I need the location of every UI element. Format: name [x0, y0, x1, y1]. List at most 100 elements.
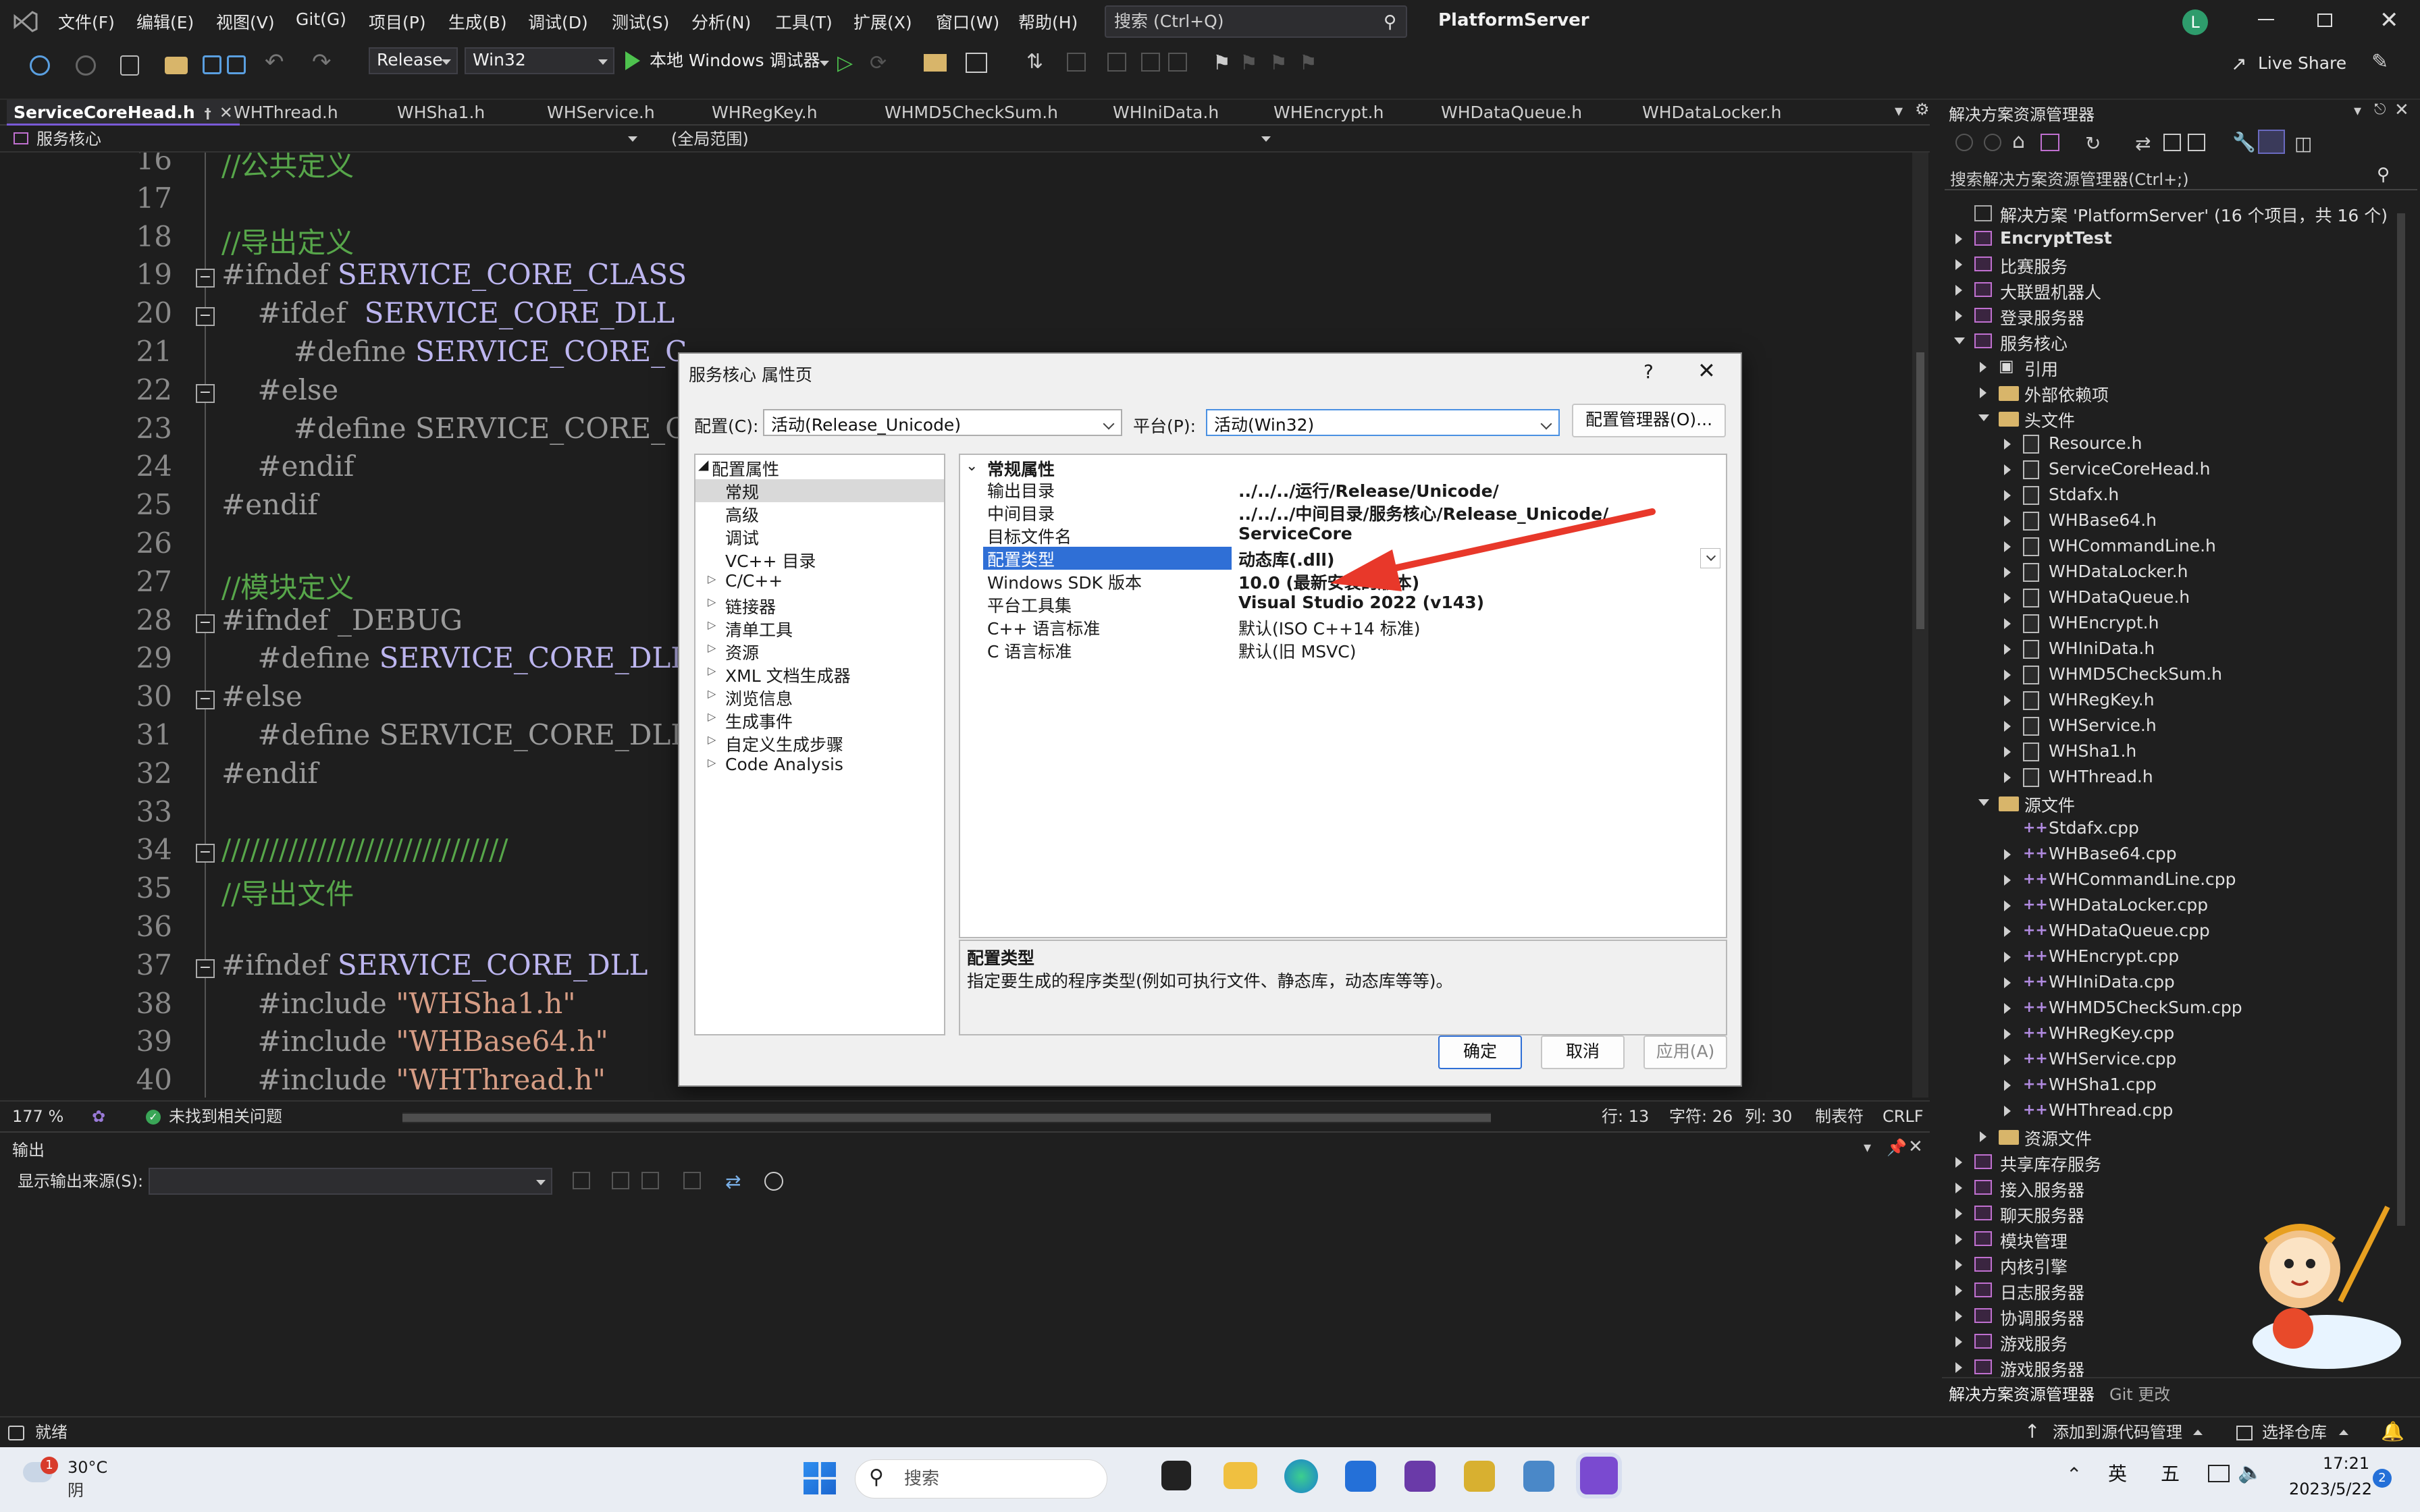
vertical-scrollbar[interactable]: [1912, 153, 1928, 1098]
tree-expand-icon[interactable]: ▷: [708, 595, 716, 608]
tree-expand-icon[interactable]: ▷: [708, 664, 716, 677]
ime-mode[interactable]: 五: [2161, 1463, 2180, 1485]
expand-icon[interactable]: [2004, 1054, 2011, 1065]
expand-icon[interactable]: [2004, 541, 2011, 552]
project-node[interactable]: 内核引擎: [2000, 1254, 2068, 1278]
scrollbar-thumb[interactable]: [1916, 352, 1924, 629]
project-node[interactable]: 游戏服务: [2000, 1331, 2068, 1355]
project-scope-select[interactable]: 服务核心: [9, 127, 637, 151]
se-sync-icon[interactable]: ⇄: [2135, 132, 2151, 155]
new-project-icon[interactable]: [120, 55, 139, 76]
se-preview-icon[interactable]: [2258, 130, 2285, 154]
project-node[interactable]: 大联盟机器人: [2000, 279, 2101, 304]
taskbar-search[interactable]: ⚲ 搜索: [855, 1459, 1107, 1498]
tab-8[interactable]: WHDataQueue.h: [1434, 100, 1589, 126]
source-file-node[interactable]: WHIniData.cpp: [2049, 972, 2175, 992]
expand-icon[interactable]: [2004, 644, 2011, 655]
menu-item-0[interactable]: 文件(F): [58, 9, 115, 34]
config-manager-button[interactable]: 配置管理器(O)...: [1572, 404, 1726, 437]
project-node[interactable]: 服务核心: [2000, 331, 2068, 355]
header-file-node[interactable]: WHDataQueue.h: [2049, 587, 2190, 607]
se-collapse-icon[interactable]: [2163, 134, 2181, 151]
header-files-node[interactable]: 头文件: [2024, 408, 2075, 432]
resource-files-node[interactable]: 资源文件: [2024, 1126, 2092, 1150]
output-close-icon[interactable]: ✕: [1908, 1137, 1923, 1157]
expand-icon[interactable]: [2004, 900, 2011, 911]
comment-icon[interactable]: [1067, 53, 1086, 72]
menu-item-11[interactable]: 窗口(W): [936, 9, 999, 34]
tree-expand-icon[interactable]: ▷: [708, 641, 716, 654]
next-bookmark-icon[interactable]: ⚑: [1269, 51, 1288, 75]
expand-icon[interactable]: [2004, 695, 2011, 706]
solution-folder-icon[interactable]: [924, 54, 947, 72]
close-window-icon[interactable]: ✕: [2379, 7, 2399, 34]
header-file-node[interactable]: WHEncrypt.h: [2049, 613, 2159, 632]
layout-icon[interactable]: [966, 53, 987, 73]
tab-pin-icon[interactable]: †: [205, 105, 211, 122]
header-file-node[interactable]: WHRegKey.h: [2049, 690, 2155, 709]
tab-0[interactable]: ServiceCoreHead.h † ✕: [7, 100, 240, 126]
se-menu-icon[interactable]: ▾: [2354, 103, 2361, 119]
tab-6[interactable]: WHIniData.h: [1106, 100, 1226, 126]
tree-item-6[interactable]: 清单工具: [725, 617, 793, 641]
expand-icon[interactable]: [1980, 1131, 1987, 1142]
run-dropdown-icon[interactable]: [820, 61, 829, 66]
se-properties-icon[interactable]: 🔧: [2232, 131, 2256, 153]
expand-icon[interactable]: [2004, 490, 2011, 501]
zoom-level[interactable]: 177 %: [12, 1106, 63, 1127]
select-repo[interactable]: 选择仓库: [2262, 1422, 2327, 1443]
expand-icon[interactable]: [2004, 516, 2011, 526]
tree-item-5[interactable]: 链接器: [725, 594, 776, 618]
fold-toggle-icon[interactable]: −: [196, 383, 215, 403]
bookmark-icon[interactable]: ⚑: [1213, 51, 1231, 75]
live-share-icon[interactable]: ↗: [2231, 53, 2246, 75]
issues-status[interactable]: 未找到相关问题: [169, 1106, 282, 1127]
project-node[interactable]: 登录服务器: [2000, 305, 2084, 329]
indent-mode[interactable]: 制表符: [1815, 1106, 1864, 1127]
ime-language[interactable]: 英: [2108, 1463, 2127, 1485]
header-file-node[interactable]: WHCommandLine.h: [2049, 536, 2216, 556]
line-indicator[interactable]: 行: 13: [1602, 1106, 1649, 1127]
forward-icon[interactable]: [76, 55, 96, 76]
expand-icon[interactable]: [2004, 593, 2011, 603]
clock-time[interactable]: 17:21: [2323, 1453, 2369, 1474]
tree-item-11[interactable]: 自定义生成步骤: [725, 732, 843, 756]
source-file-node[interactable]: WHThread.cpp: [2049, 1100, 2173, 1120]
se-pending-icon[interactable]: ↻: [2085, 132, 2101, 155]
visual-studio-icon[interactable]: [1580, 1457, 1618, 1494]
feedback-icon[interactable]: ✎: [2371, 50, 2388, 74]
expand-icon[interactable]: [2004, 875, 2011, 886]
expand-icon[interactable]: [1955, 1285, 1962, 1296]
header-file-node[interactable]: WHSha1.h: [2049, 741, 2136, 761]
source-file-node[interactable]: WHBase64.cpp: [2049, 844, 2177, 863]
expand-icon[interactable]: [1955, 1336, 1962, 1347]
tab-5[interactable]: WHMD5CheckSum.h: [878, 100, 1065, 126]
expand-icon[interactable]: [2004, 1029, 2011, 1040]
header-file-node[interactable]: Resource.h: [2049, 433, 2142, 453]
project-node[interactable]: 比赛服务: [2000, 254, 2068, 278]
expand-icon[interactable]: [2004, 747, 2011, 757]
se-forward-icon[interactable]: [1984, 134, 2001, 151]
fold-toggle-icon[interactable]: −: [196, 307, 215, 327]
expand-icon[interactable]: [2004, 1106, 2011, 1116]
expand-icon[interactable]: [2004, 1080, 2011, 1091]
cancel-button[interactable]: 取消: [1541, 1035, 1625, 1069]
menu-item-10[interactable]: 扩展(X): [853, 9, 912, 34]
config-select[interactable]: Release: [369, 47, 458, 74]
expand-icon[interactable]: [1955, 285, 1962, 296]
project-node[interactable]: 共享库存服务: [2000, 1152, 2101, 1176]
header-file-node[interactable]: WHService.h: [2049, 716, 2157, 735]
se-diagram-icon[interactable]: ◫: [2294, 132, 2312, 155]
start-icon[interactable]: [804, 1462, 836, 1494]
collapse-icon[interactable]: [1954, 338, 1965, 350]
taskview-icon[interactable]: [1161, 1461, 1191, 1490]
play-icon[interactable]: [625, 51, 640, 70]
output-wrap-icon[interactable]: ⇄: [725, 1170, 741, 1193]
se-back-icon[interactable]: [1955, 134, 1973, 151]
menu-item-8[interactable]: 分析(N): [691, 9, 751, 34]
weather-temp[interactable]: 30°C: [68, 1457, 107, 1478]
menu-item-2[interactable]: 视图(V): [216, 9, 275, 34]
notification-count[interactable]: 2: [2373, 1469, 2392, 1488]
output-pin-icon[interactable]: 📌: [1887, 1138, 1907, 1157]
expand-icon[interactable]: [1955, 1208, 1962, 1219]
